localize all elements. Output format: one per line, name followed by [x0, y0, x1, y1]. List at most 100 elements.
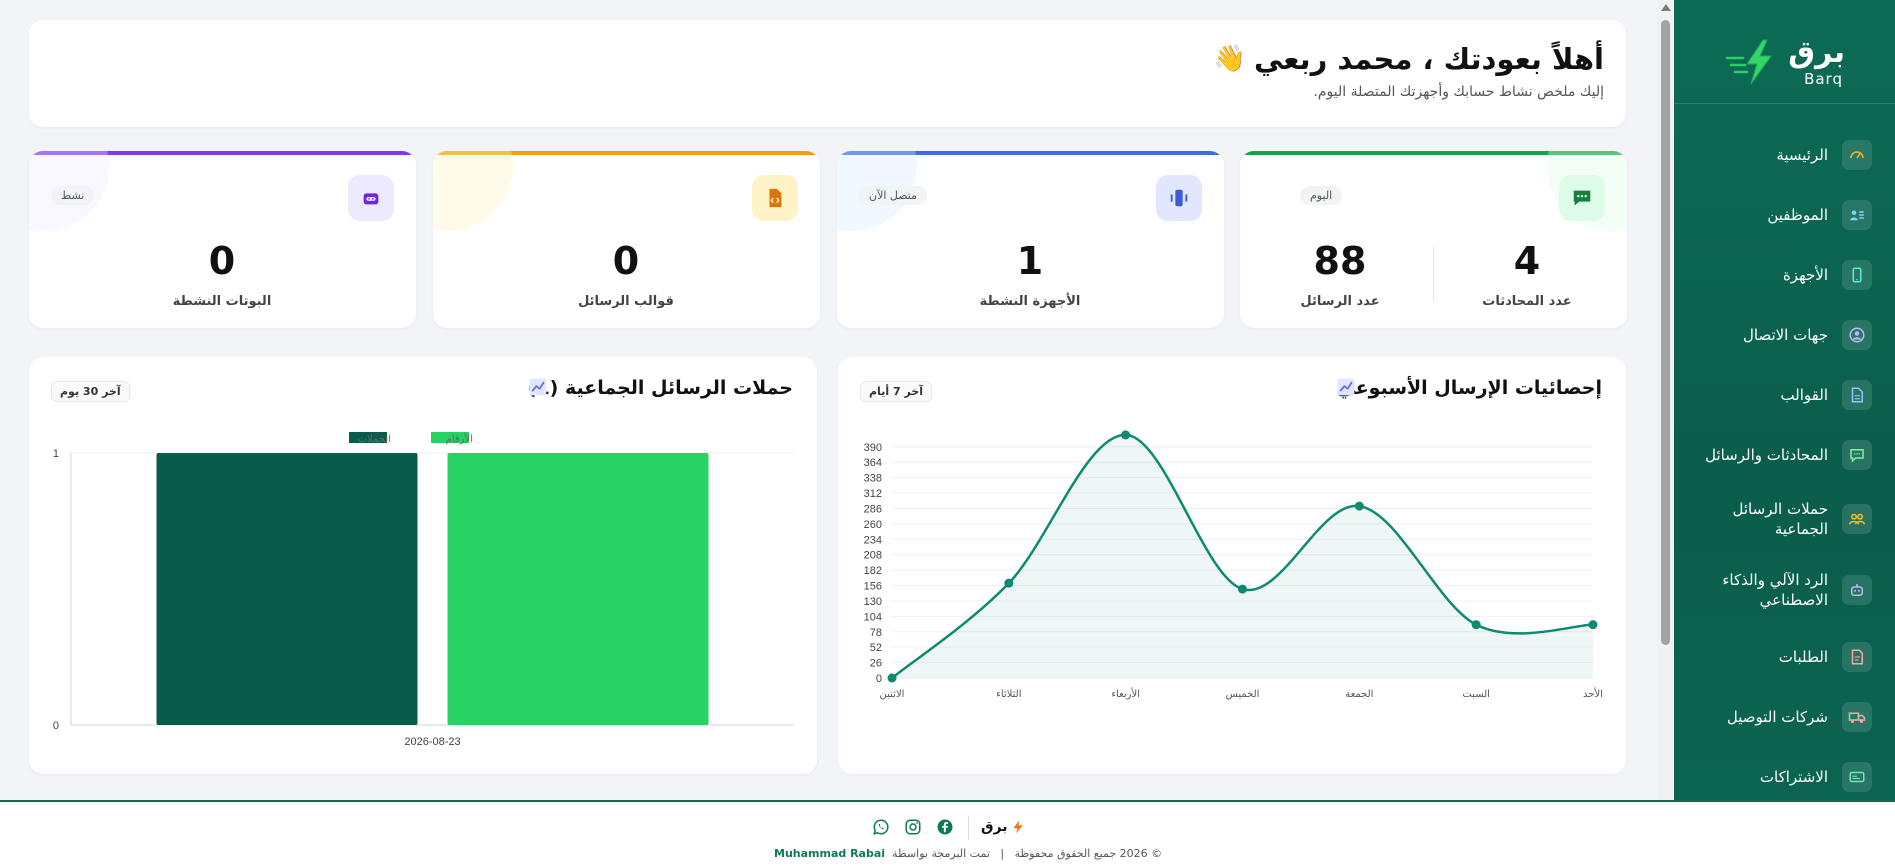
y-tick-label: 78	[870, 627, 882, 639]
sidebar-item-label: الأجهزة	[1782, 266, 1828, 284]
sidebar-item-conversations[interactable]: المحادثات والرسائل	[1682, 440, 1872, 470]
sidebar-item-label: المحادثات والرسائل	[1705, 446, 1828, 464]
stat-divider	[1433, 246, 1434, 302]
sidebar-item-label: حملات الرسائل الجماعية	[1732, 500, 1828, 538]
footer-brand[interactable]: برق	[981, 819, 1025, 835]
y-tick-label: 104	[864, 611, 882, 623]
sidebar-item-subscriptions[interactable]: الاشتراكات	[1682, 762, 1872, 792]
sidebar-item-label: شركات التوصيل	[1726, 708, 1828, 726]
instagram-icon[interactable]	[902, 816, 924, 838]
sidebar-item-home[interactable]: الرئيسية	[1682, 140, 1872, 170]
copyright-separator: |	[1000, 847, 1005, 860]
welcome-subtitle: إليك ملخص نشاط حسابك وأجهزتك المتصلة الي…	[1313, 84, 1604, 100]
sidebar-item-label: جهات الاتصال	[1742, 326, 1828, 344]
chat-bubble-icon	[1559, 175, 1605, 221]
robot-icon	[1842, 575, 1872, 605]
page-scrollbar[interactable]	[1657, 0, 1674, 800]
data-point	[887, 673, 897, 683]
lightning-bolt-icon	[1013, 820, 1024, 834]
lightning-bolt-icon	[1725, 39, 1772, 85]
truck-icon	[1842, 702, 1872, 732]
y-tick-label: 0	[876, 673, 882, 685]
bar	[447, 453, 709, 725]
data-point	[1238, 584, 1247, 594]
id-card-icon	[1842, 200, 1872, 230]
stat-card-devices: متصل الآن 1 الأجهزة النشطة	[837, 151, 1224, 328]
sidebar-item-label: القوالب	[1780, 386, 1828, 404]
chat-icon	[1842, 440, 1872, 470]
y-tick-label: 390	[864, 442, 882, 454]
sidebar-item-campaigns[interactable]: حملات الرسائل الجماعية	[1682, 497, 1872, 541]
facebook-icon[interactable]	[934, 816, 956, 838]
waving-hand-icon: 👋	[1213, 44, 1246, 74]
credit-text: تمت البرمجة بواسطة	[892, 847, 990, 860]
y-tick-label: 52	[870, 642, 882, 654]
y-tick-label: 130	[864, 596, 882, 608]
y-tick-label: 0	[53, 720, 59, 732]
sidebar-item-label: الرئيسية	[1776, 146, 1828, 164]
copyright-line: © 2026 جميع الحقوق محفوظة | تمت البرمجة …	[774, 847, 1162, 860]
conversations-count: 4	[1513, 239, 1541, 283]
conversations-label: عدد المحادثات	[1482, 294, 1572, 309]
sidebar-item-orders[interactable]: الطلبات	[1682, 642, 1872, 672]
x-tick-label: الجمعة	[1345, 689, 1373, 700]
sidebar-item-employees[interactable]: الموظفين	[1682, 200, 1872, 230]
contact-icon	[1842, 320, 1872, 350]
sidebar-divider	[1674, 103, 1895, 104]
sidebar-item-label: الموظفين	[1767, 206, 1828, 224]
y-tick-label: 234	[864, 534, 882, 546]
footer-brand-text: برق	[981, 819, 1008, 835]
barq-logo[interactable]: برق Barq	[1725, 34, 1845, 88]
x-tick-label: الخميس	[1226, 689, 1260, 700]
active-bots-count: 0	[208, 239, 236, 283]
sidebar-item-auto-reply[interactable]: الرد الآلي والذكاء الاصطناعي	[1682, 568, 1872, 612]
campaign-bar-chart: الحملات الأرقام 0 1 2026-08-23	[53, 432, 794, 748]
y-tick-label: 1	[53, 448, 59, 460]
phone-icon	[1842, 260, 1872, 290]
data-point	[1121, 430, 1131, 440]
author-link[interactable]: Muhammad Rabai	[774, 847, 885, 860]
x-tick-label: الأربعاء	[1111, 687, 1140, 700]
status-badge: نشط	[51, 186, 95, 205]
sidebar-item-contacts[interactable]: جهات الاتصال	[1682, 320, 1872, 350]
document-icon	[1842, 380, 1872, 410]
card-decor	[433, 151, 513, 231]
messages-label: عدد الرسائل	[1300, 294, 1380, 309]
scroll-up-arrow-icon[interactable]	[1661, 4, 1671, 11]
sidebar-item-templates[interactable]: القوالب	[1682, 380, 1872, 410]
y-tick-label: 286	[864, 503, 882, 515]
footer-separator	[968, 816, 969, 840]
vibrating-phone-icon	[1156, 175, 1202, 221]
campaigns-card: حملات الرسائل الجماعية (1) آخر 30 يوم ال…	[29, 357, 817, 774]
sidebar-item-label: الرد الآلي والذكاء الاصطناعي	[1722, 571, 1828, 609]
whatsapp-icon[interactable]	[870, 816, 892, 838]
series-area	[892, 434, 1593, 678]
scrollbar-thumb[interactable]	[1661, 20, 1670, 645]
orders-icon	[1842, 642, 1872, 672]
x-tick-label: الثلاثاء	[996, 689, 1021, 700]
active-devices-label: الأجهزة النشطة	[979, 294, 1081, 309]
copyright-text: © 2026 جميع الحقوق محفوظة	[1014, 847, 1163, 860]
page-title: أهلاً بعودتك ، محمد ربعي	[1253, 42, 1604, 76]
data-point	[1471, 620, 1481, 630]
logo-word: برق	[1788, 35, 1845, 70]
sidebar-item-devices[interactable]: الأجهزة	[1682, 260, 1872, 290]
data-point	[1588, 620, 1598, 630]
x-tick-label: الاثنين	[880, 689, 905, 700]
sidebar-item-delivery[interactable]: شركات التوصيل	[1682, 702, 1872, 732]
y-tick-label: 26	[870, 658, 882, 670]
logo-latin: Barq	[1804, 70, 1843, 88]
y-tick-label: 364	[864, 457, 882, 469]
messages-count: 88	[1313, 239, 1367, 283]
y-tick-label: 156	[864, 581, 882, 593]
legend-label: الأرقام	[446, 432, 473, 445]
weekly-stats-card: إحصائيات الإرسال الأسبوعي آخر 7 أيام 0 26…	[838, 357, 1626, 774]
bar	[156, 453, 418, 725]
x-tick-label: السبت	[1462, 689, 1490, 700]
y-tick-label: 338	[864, 473, 882, 485]
templates-label: قوالب الرسائل	[578, 294, 674, 309]
x-tick-label: الأحد	[1583, 687, 1603, 700]
x-tick-label: 2026-08-23	[404, 736, 460, 748]
code-file-icon	[752, 175, 798, 221]
gauge-icon	[1842, 140, 1872, 170]
